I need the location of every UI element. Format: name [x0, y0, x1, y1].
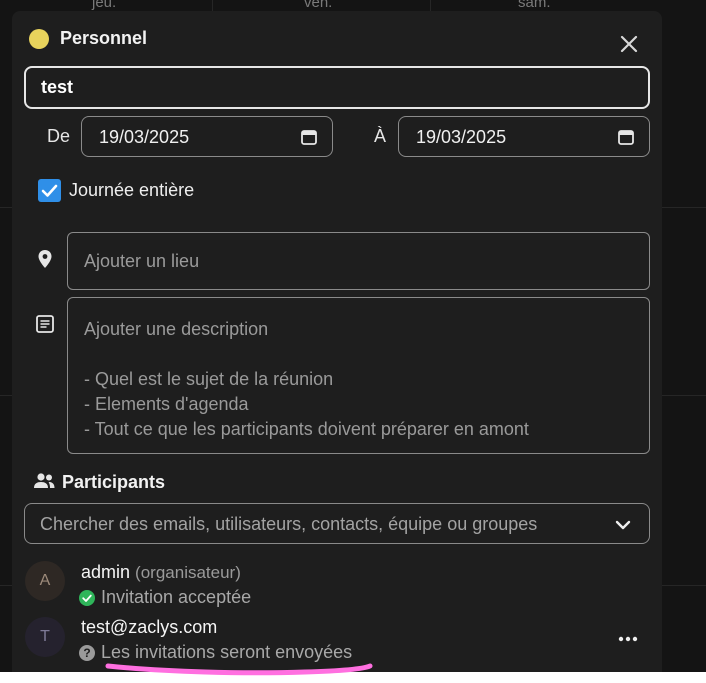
check-circle-icon	[79, 589, 95, 606]
calendar-icon[interactable]	[617, 128, 635, 146]
description-line: - Tout ce que les participants doivent p…	[84, 419, 529, 439]
description-line	[84, 342, 529, 367]
calendar-name[interactable]: Personnel	[60, 28, 147, 49]
chevron-down-icon[interactable]	[613, 515, 633, 535]
all-day-checkbox[interactable]	[38, 179, 61, 202]
participant-name-text: test@zaclys.com	[81, 617, 218, 637]
participant-name-text: admin	[81, 562, 131, 582]
participant-search-placeholder: Chercher des emails, utilisateurs, conta…	[40, 514, 538, 534]
avatar: T	[25, 617, 65, 657]
dialog-header: Personnel	[12, 11, 662, 67]
help-circle-icon: ?	[79, 644, 95, 661]
avatar: A	[25, 561, 65, 601]
event-editor-dialog: Personnel De 19/03/2025 À 19/03/2025 Jou…	[12, 11, 662, 672]
people-icon	[34, 473, 55, 488]
location-field[interactable]	[67, 232, 650, 290]
participant-status-text: Invitation acceptée	[101, 587, 252, 607]
description-line: - Quel est le sujet de la réunion	[84, 369, 334, 389]
calendar-icon[interactable]	[300, 128, 318, 146]
participant-search-select[interactable]: Chercher des emails, utilisateurs, conta…	[24, 503, 650, 544]
day-header: ven.	[304, 0, 333, 11]
participant-name: admin (organisateur)	[81, 562, 241, 583]
description-field[interactable]: Ajouter une description - Quel est le su…	[67, 297, 650, 454]
participants-title: Participants	[62, 472, 166, 492]
checkmark-icon	[41, 184, 58, 197]
start-date-field[interactable]: 19/03/2025	[81, 116, 333, 157]
more-horizontal-icon	[618, 636, 638, 642]
close-button[interactable]	[616, 31, 642, 57]
to-label: À	[374, 126, 387, 146]
participant-role: (organisateur)	[135, 563, 241, 582]
calendar-color-dot	[29, 29, 49, 49]
day-header: sam.	[518, 0, 551, 11]
start-date-value: 19/03/2025	[99, 127, 190, 147]
highlight-underline-annotation	[105, 663, 373, 676]
participant-status: Invitation acceptée	[79, 587, 251, 608]
participant-more-button[interactable]	[616, 631, 640, 642]
location-pin-icon	[38, 250, 52, 268]
end-date-value: 19/03/2025	[416, 127, 507, 147]
day-header: jeu.	[92, 0, 117, 11]
end-date-field[interactable]: 19/03/2025	[398, 116, 650, 157]
all-day-label[interactable]: Journée entière	[69, 180, 194, 201]
event-title-input[interactable]	[24, 66, 650, 109]
participant-name: test@zaclys.com	[81, 617, 217, 638]
notes-icon	[36, 315, 54, 333]
location-input[interactable]	[68, 233, 649, 289]
description-line: - Elements d'agenda	[84, 394, 249, 414]
close-icon	[620, 35, 638, 53]
from-label: De	[47, 126, 71, 146]
description-placeholder: Ajouter une description - Quel est le su…	[84, 317, 529, 442]
description-line: Ajouter une description	[84, 319, 269, 339]
